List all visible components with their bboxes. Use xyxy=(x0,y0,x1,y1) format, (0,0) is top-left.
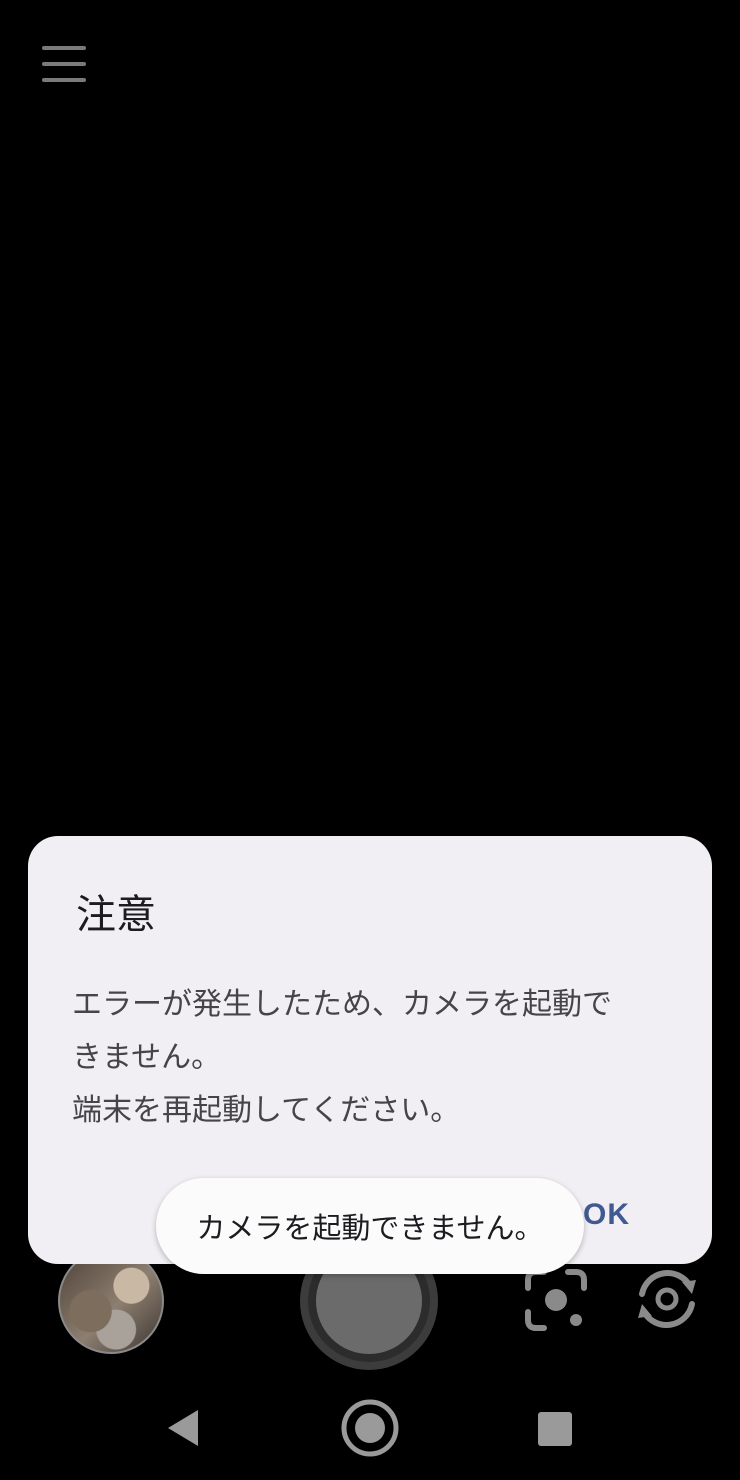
ok-button[interactable]: OK xyxy=(583,1198,630,1232)
toast: カメラを起動できません。 xyxy=(156,1178,584,1274)
recents-icon[interactable] xyxy=(538,1412,572,1446)
back-icon[interactable] xyxy=(166,1408,200,1448)
switch-camera-icon[interactable] xyxy=(634,1266,700,1332)
dialog-title: 注意 xyxy=(76,892,156,938)
dialog-message: エラーが発生したため、カメラを起動で きません。 端末を再起動してください。 xyxy=(72,987,612,1128)
toast-message: カメラを起動できません。 xyxy=(196,1211,544,1245)
google-lens-icon[interactable] xyxy=(524,1268,588,1332)
hamburger-menu-icon[interactable] xyxy=(42,44,88,84)
home-icon[interactable] xyxy=(340,1398,400,1458)
